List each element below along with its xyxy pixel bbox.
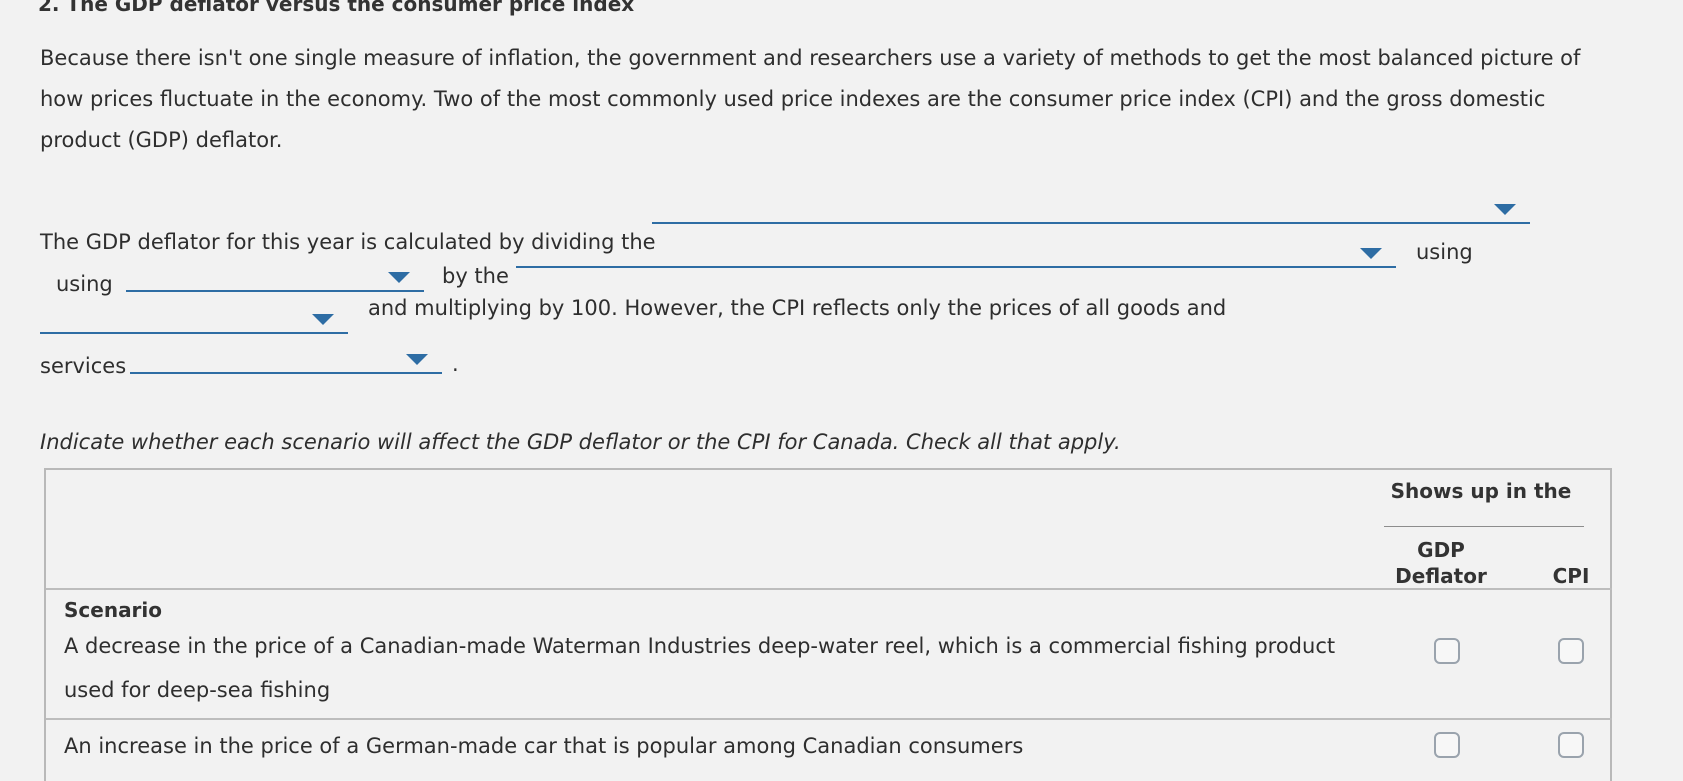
chevron-down-icon	[312, 314, 334, 325]
by-the-label: by the	[442, 264, 509, 288]
services-label: services	[40, 354, 127, 378]
row1-text-line1: A decrease in the price of a Canadian-ma…	[64, 634, 1336, 658]
chevron-down-icon	[1360, 248, 1382, 259]
scenario-table: Shows up in the GDP Deflator CPI Scenari…	[44, 468, 1612, 781]
intro-paragraph: Because there isn't one single measure o…	[40, 46, 1581, 152]
col-gdp-header-line2: Deflator	[1395, 564, 1487, 588]
group-header-underline	[1384, 526, 1584, 527]
question-title: 2. The GDP deflator versus the consumer …	[38, 0, 635, 16]
row2-text-line1: An increase in the price of a German-mad…	[64, 734, 1024, 758]
row1-text-line2: used for deep-sea fishing	[64, 678, 331, 702]
row2-cpi-checkbox[interactable]	[1558, 732, 1584, 758]
using-label-left: using	[56, 272, 113, 296]
group-header: Shows up in the	[1390, 479, 1572, 503]
chevron-down-icon	[388, 272, 410, 283]
chevron-down-icon	[406, 354, 428, 365]
row1-gdp-checkbox[interactable]	[1434, 638, 1460, 664]
chevron-down-icon	[1494, 204, 1516, 215]
row-divider	[46, 718, 1612, 720]
dropdown-denominator-prices[interactable]	[40, 310, 348, 334]
row2-gdp-checkbox[interactable]	[1434, 732, 1460, 758]
col-gdp-header-line1: GDP	[1417, 538, 1465, 562]
dropdown-numerator-prices[interactable]	[126, 268, 424, 292]
dropdown-denominator[interactable]	[516, 244, 1396, 268]
dropdown-cpi-goods[interactable]	[130, 350, 442, 374]
multiplying-text: and multiplying by 100. However, the CPI…	[368, 296, 1227, 320]
header-divider	[46, 588, 1612, 590]
sentence-period: .	[452, 352, 459, 376]
col-scenario-header: Scenario	[64, 598, 163, 622]
dropdown-numerator[interactable]	[652, 200, 1530, 224]
row1-cpi-checkbox[interactable]	[1558, 638, 1584, 664]
col-cpi-header: CPI	[1552, 564, 1590, 588]
instruction-text: Indicate whether each scenario will affe…	[40, 430, 1121, 454]
using-label-right: using	[1416, 240, 1473, 264]
